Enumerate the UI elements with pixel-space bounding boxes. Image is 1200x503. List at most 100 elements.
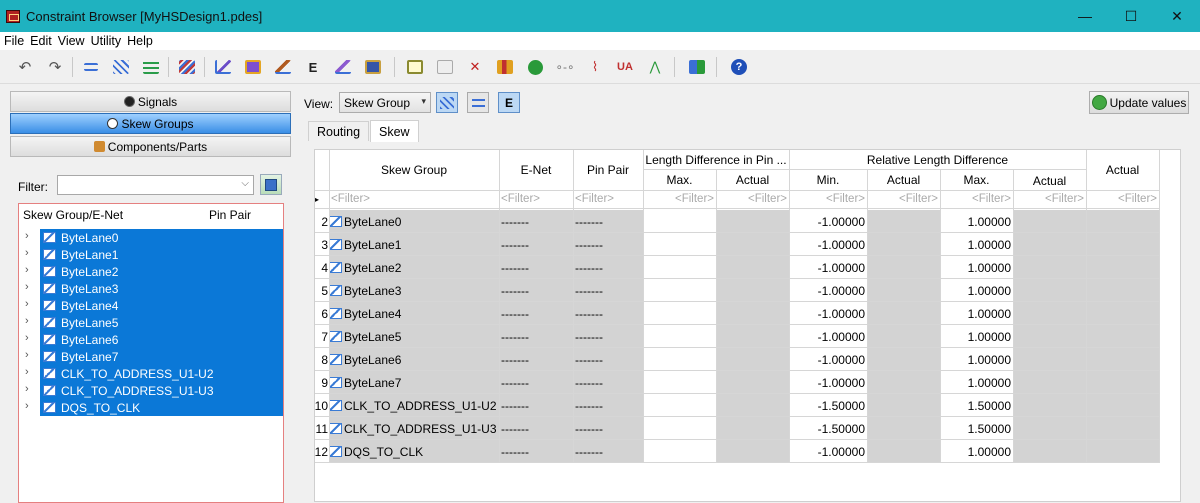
expand-chevron-icon[interactable]: ›	[25, 247, 29, 259]
ld-max-cell[interactable]	[643, 394, 716, 417]
rl-max-cell[interactable]: 1.50000	[940, 394, 1013, 417]
menu-edit[interactable]: Edit	[30, 34, 52, 48]
wand-icon[interactable]	[332, 56, 354, 78]
tree-item[interactable]: › ByteLane5	[19, 314, 283, 331]
ld-max-cell[interactable]	[643, 210, 716, 233]
skew-group-name-cell[interactable]: ByteLane2	[329, 256, 499, 279]
rule-edit-icon[interactable]	[212, 56, 234, 78]
green-circle-icon[interactable]	[524, 56, 546, 78]
expand-chevron-icon[interactable]: ›	[25, 366, 29, 378]
graph-icon[interactable]: ⋀	[644, 56, 666, 78]
skew-group-name-cell[interactable]: ByteLane6	[329, 348, 499, 371]
chart-icon[interactable]	[494, 56, 516, 78]
ld-max-cell[interactable]	[643, 325, 716, 348]
rl-min-cell[interactable]: -1.50000	[789, 394, 867, 417]
rl-max-cell[interactable]: 1.00000	[940, 279, 1013, 302]
column-header-ld-actual[interactable]: Actual	[716, 170, 789, 190]
expand-chevron-icon[interactable]: ›	[25, 264, 29, 276]
rl-max-cell[interactable]: 1.50000	[940, 417, 1013, 440]
enet-icon[interactable]: E	[302, 56, 324, 78]
rl-min-cell[interactable]: -1.00000	[789, 233, 867, 256]
topology-icon[interactable]: ∘-∘	[554, 56, 576, 78]
rl-min-cell[interactable]: -1.00000	[789, 256, 867, 279]
ld-max-cell[interactable]	[643, 302, 716, 325]
rl-min-cell[interactable]: -1.00000	[789, 440, 867, 463]
expand-chevron-icon[interactable]: ›	[25, 383, 29, 395]
expand-chevron-icon[interactable]: ›	[25, 281, 29, 293]
redo-icon[interactable]: ↷	[44, 56, 66, 78]
skew-group-name-cell[interactable]: ByteLane3	[329, 279, 499, 302]
column-header-actual[interactable]: Actual	[1086, 150, 1159, 190]
filter-cell[interactable]: <Filter>	[1086, 190, 1159, 208]
rl-min-cell[interactable]: -1.50000	[789, 417, 867, 440]
update-values-button[interactable]: Update values	[1089, 91, 1189, 114]
report-icon[interactable]	[242, 56, 264, 78]
column-header-rl-max[interactable]: Max.	[940, 170, 1013, 190]
tree-item[interactable]: › ByteLane7	[19, 348, 283, 365]
waveform-icon[interactable]: ⌇	[584, 56, 606, 78]
tree-header-pin-pair[interactable]: Pin Pair	[209, 208, 251, 222]
skew-group-name-cell[interactable]: DQS_TO_CLK	[329, 440, 499, 463]
filter-cell[interactable]: <Filter>	[716, 190, 789, 208]
skew-group-name-cell[interactable]: CLK_TO_ADDRESS_U1-U3	[329, 417, 499, 440]
save-icon[interactable]	[362, 56, 384, 78]
filter-cell[interactable]: <Filter>	[940, 190, 1013, 208]
rl-max-cell[interactable]: 1.00000	[940, 233, 1013, 256]
tree-item[interactable]: › ByteLane4	[19, 297, 283, 314]
rl-max-cell[interactable]: 1.00000	[940, 371, 1013, 394]
rl-min-cell[interactable]: -1.00000	[789, 325, 867, 348]
skew-groups-button[interactable]: Skew Groups	[10, 113, 291, 134]
layout-icon[interactable]	[686, 56, 708, 78]
undo-icon[interactable]: ↶	[14, 56, 36, 78]
enet-view-button[interactable]: E	[498, 92, 520, 113]
tree-item[interactable]: › ByteLane1	[19, 246, 283, 263]
tab-routing[interactable]: Routing	[308, 121, 370, 141]
rl-max-cell[interactable]: 1.00000	[940, 348, 1013, 371]
skew-group-name-cell[interactable]: ByteLane7	[329, 371, 499, 394]
rl-min-cell[interactable]: -1.00000	[789, 302, 867, 325]
ld-max-cell[interactable]	[643, 440, 716, 463]
tree-header-name[interactable]: Skew Group/E-Net	[23, 208, 123, 222]
filter-cell[interactable]: <Filter>	[499, 190, 573, 208]
filter-cell[interactable]: <Filter>	[867, 190, 940, 208]
filter-input[interactable]: ⌵	[57, 175, 254, 195]
filter-cell[interactable]: <Filter>	[573, 190, 643, 208]
filter-cell[interactable]: <Filter>	[1013, 190, 1086, 208]
column-header-ld-max[interactable]: Max.	[643, 170, 716, 190]
ld-max-cell[interactable]	[643, 348, 716, 371]
ld-max-cell[interactable]	[643, 417, 716, 440]
skew-group-name-cell[interactable]: ByteLane4	[329, 302, 499, 325]
expand-chevron-icon[interactable]: ›	[25, 332, 29, 344]
rl-max-cell[interactable]: 1.00000	[940, 440, 1013, 463]
skew-group-view-button[interactable]	[436, 92, 458, 113]
column-header-rl-min[interactable]: Min.	[789, 170, 867, 190]
menu-file[interactable]: File	[4, 34, 24, 48]
netgroup-icon[interactable]	[176, 56, 198, 78]
rl-max-cell[interactable]: 1.00000	[940, 325, 1013, 348]
rl-max-cell[interactable]: 1.00000	[940, 256, 1013, 279]
help-icon[interactable]: ?	[728, 56, 750, 78]
expand-chevron-icon[interactable]: ›	[25, 349, 29, 361]
copy-icon[interactable]	[404, 56, 426, 78]
ld-max-cell[interactable]	[643, 279, 716, 302]
filter-cell[interactable]: <Filter>	[329, 190, 499, 208]
column-header-skew-group[interactable]: Skew Group	[329, 150, 499, 190]
menu-utility[interactable]: Utility	[91, 34, 122, 48]
rl-min-cell[interactable]: -1.00000	[789, 348, 867, 371]
skew-group-name-cell[interactable]: ByteLane5	[329, 325, 499, 348]
components-parts-button[interactable]: Components/Parts	[10, 136, 291, 157]
skew-group-name-cell[interactable]: ByteLane0	[329, 210, 499, 233]
skew-group-name-cell[interactable]: CLK_TO_ADDRESS_U1-U2	[329, 394, 499, 417]
net-icon[interactable]	[80, 56, 102, 78]
bus-icon[interactable]	[110, 56, 132, 78]
tree-item[interactable]: › CLK_TO_ADDRESS_U1-U3	[19, 382, 283, 399]
view-select[interactable]: Skew Group ▾	[339, 92, 431, 113]
tree-item[interactable]: › ByteLane6	[19, 331, 283, 348]
minimize-button[interactable]: —	[1062, 0, 1108, 32]
apply-filter-button[interactable]	[260, 174, 282, 195]
menu-view[interactable]: View	[58, 34, 85, 48]
ld-max-cell[interactable]	[643, 371, 716, 394]
tree-item[interactable]: › CLK_TO_ADDRESS_U1-U2	[19, 365, 283, 382]
ld-max-cell[interactable]	[643, 233, 716, 256]
pen-icon[interactable]	[272, 56, 294, 78]
